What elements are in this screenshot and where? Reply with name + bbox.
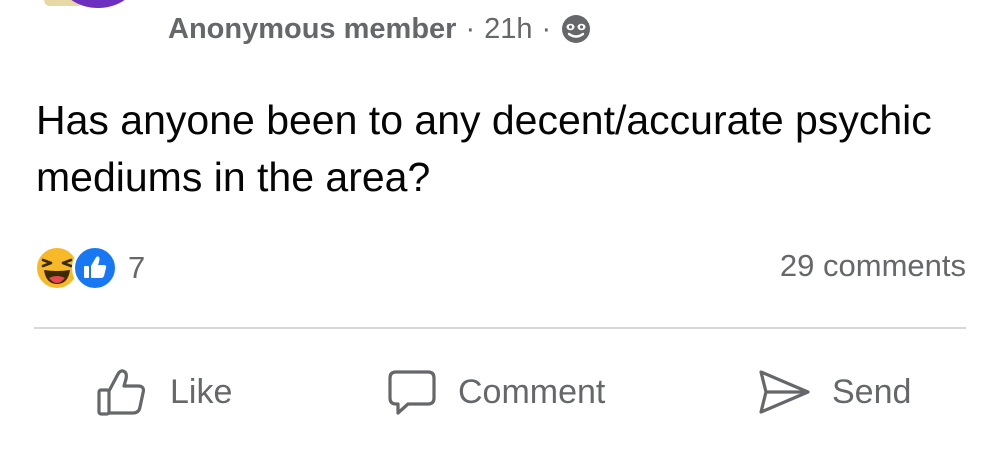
post-time[interactable]: 21h	[484, 13, 532, 46]
speech-bubble-icon	[386, 364, 438, 420]
post-text: Has anyone been to any decent/accurate p…	[36, 97, 932, 200]
like-label: Like	[170, 372, 233, 411]
send-button[interactable]: Send	[756, 362, 911, 422]
anonymous-mask-icon[interactable]	[560, 13, 592, 45]
thumbs-up-icon	[72, 245, 118, 291]
author-name[interactable]: Anonymous member	[168, 13, 456, 46]
send-label: Send	[832, 372, 912, 411]
like-button[interactable]: Like	[94, 362, 232, 422]
comments-count[interactable]: 29 comments	[780, 248, 966, 284]
send-arrow-icon	[756, 364, 812, 420]
divider	[34, 327, 966, 329]
comment-button[interactable]: Comment	[386, 362, 605, 422]
thumbs-up-outline-icon	[94, 364, 150, 420]
reaction-count: 7	[128, 250, 146, 285]
reaction-summary[interactable]: 7	[34, 244, 145, 292]
comment-label: Comment	[458, 372, 606, 411]
post-meta: Anonymous member · 21h ·	[168, 8, 592, 50]
meta-separator: ·	[541, 12, 552, 45]
meta-separator: ·	[465, 12, 476, 45]
